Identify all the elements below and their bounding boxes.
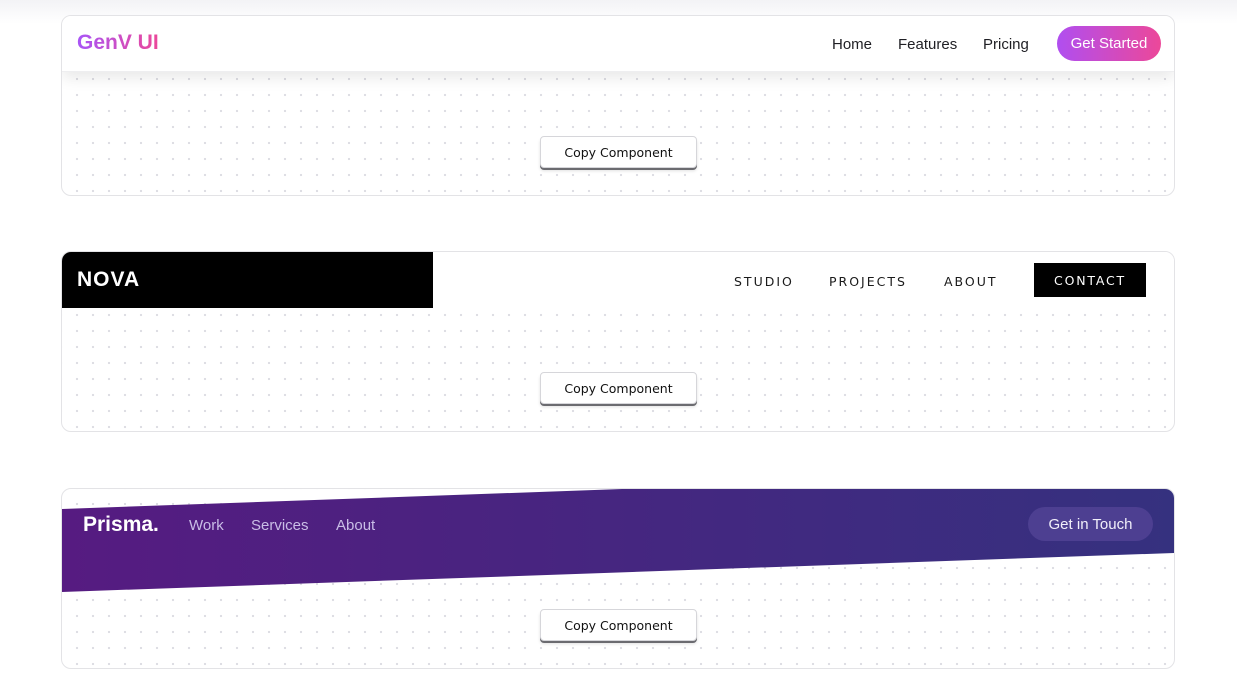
prisma-logo[interactable]: Prisma. [83, 513, 159, 537]
nav-link-work[interactable]: Work [189, 517, 224, 534]
contact-button[interactable]: CONTACT [1034, 263, 1146, 297]
prisma-slanted-band [62, 489, 1174, 592]
get-started-button[interactable]: Get Started [1057, 26, 1161, 61]
nav-link-services[interactable]: Services [251, 517, 309, 534]
nav-link-studio[interactable]: STUDIO [734, 274, 794, 289]
nova-logo-block: NOVA [62, 252, 433, 308]
navbar-genv: GenV UI Home Features Pricing Get Starte… [62, 16, 1174, 72]
nav-link-about[interactable]: ABOUT [944, 274, 998, 289]
preview-card-nova: NOVA STUDIO PROJECTS ABOUT CONTACT Copy … [61, 251, 1175, 432]
copy-component-button[interactable]: Copy Component [540, 372, 697, 404]
preview-card-genv: GenV UI Home Features Pricing Get Starte… [61, 15, 1175, 196]
nova-logo[interactable]: NOVA [77, 268, 140, 292]
nav-link-features[interactable]: Features [898, 36, 957, 53]
nav-link-home[interactable]: Home [832, 36, 872, 53]
nav-link-projects[interactable]: PROJECTS [829, 274, 907, 289]
copy-component-button[interactable]: Copy Component [540, 136, 697, 168]
nav-link-about[interactable]: About [336, 517, 375, 534]
preview-card-prisma: Prisma. Work Services About Get in Touch… [61, 488, 1175, 669]
get-in-touch-button[interactable]: Get in Touch [1028, 507, 1153, 541]
copy-component-button[interactable]: Copy Component [540, 609, 697, 641]
genv-logo[interactable]: GenV UI [77, 31, 159, 55]
nav-link-pricing[interactable]: Pricing [983, 36, 1029, 53]
